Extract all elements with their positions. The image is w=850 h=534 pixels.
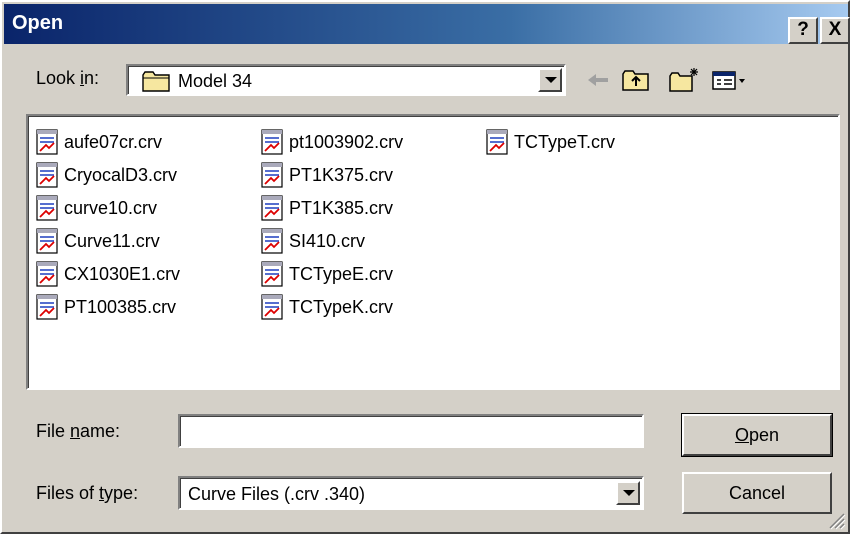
file-name: PT1K385.crv: [289, 197, 394, 218]
curve-file-icon: [261, 195, 283, 221]
file-name: curve10.crv: [64, 197, 158, 218]
file-item[interactable]: PT1K385.crv: [261, 194, 393, 222]
cancel-button[interactable]: Cancel: [682, 472, 832, 514]
file-name: SI410.crv: [289, 230, 366, 251]
resize-grip-icon[interactable]: [824, 508, 846, 530]
file-item[interactable]: TCTypeE.crv: [261, 260, 393, 288]
view-menu-icon[interactable]: [710, 66, 750, 94]
file-name: PT1K375.crv: [289, 164, 394, 185]
open-dialog: Open ? X Look in: Model 34 aufe07cr.crv: [0, 0, 850, 534]
curve-file-icon: [261, 261, 283, 287]
file-name: CryocalD3.crv: [64, 164, 178, 185]
file-item[interactable]: curve10.crv: [36, 194, 157, 222]
open-button[interactable]: Open: [681, 413, 833, 457]
window-title: Open: [12, 12, 64, 34]
title-bar[interactable]: Open ? X: [4, 4, 850, 44]
curve-file-icon: [36, 162, 58, 188]
look-in-dropdown-button[interactable]: [538, 68, 562, 92]
file-name: pt1003902.crv: [289, 131, 404, 152]
file-item[interactable]: PT1K375.crv: [261, 161, 393, 189]
file-item[interactable]: CX1030E1.crv: [36, 260, 180, 288]
help-button[interactable]: ?: [788, 17, 818, 44]
file-name-label: File name:: [36, 421, 121, 441]
file-name: CX1030E1.crv: [64, 263, 181, 284]
curve-file-icon: [261, 129, 283, 155]
back-arrow-icon[interactable]: [582, 66, 614, 94]
file-name: Curve11.crv: [64, 230, 160, 251]
look-in-label: Look in:: [36, 68, 100, 88]
files-of-type-combo[interactable]: Curve Files (.crv .340): [178, 476, 644, 510]
close-button[interactable]: X: [820, 17, 850, 44]
file-name-input[interactable]: [178, 414, 644, 448]
curve-file-icon: [36, 261, 58, 287]
up-folder-icon[interactable]: [620, 66, 652, 94]
file-name: TCTypeE.crv: [289, 263, 394, 284]
curve-file-icon: [36, 228, 58, 254]
files-of-type-value: Curve Files (.crv .340): [188, 484, 366, 504]
file-item[interactable]: CryocalD3.crv: [36, 161, 177, 189]
new-folder-icon[interactable]: [668, 66, 700, 94]
files-of-type-dropdown-button[interactable]: [616, 481, 640, 505]
curve-file-icon: [36, 129, 58, 155]
look-in-value: Model 34: [178, 71, 253, 91]
curve-file-icon: [36, 294, 58, 320]
file-item[interactable]: TCTypeT.crv: [486, 128, 615, 156]
file-item[interactable]: TCTypeK.crv: [261, 293, 393, 321]
folder-icon: [142, 71, 170, 92]
curve-file-icon: [261, 294, 283, 320]
file-name: aufe07cr.crv: [64, 131, 163, 152]
file-item[interactable]: aufe07cr.crv: [36, 128, 162, 156]
file-name: TCTypeT.crv: [514, 131, 616, 152]
file-item[interactable]: Curve11.crv: [36, 227, 160, 255]
curve-file-icon: [486, 129, 508, 155]
curve-file-icon: [261, 162, 283, 188]
files-of-type-label: Files of type:: [36, 483, 139, 503]
file-name: PT100385.crv: [64, 296, 177, 317]
curve-file-icon: [36, 195, 58, 221]
file-item[interactable]: SI410.crv: [261, 227, 365, 255]
file-item[interactable]: PT100385.crv: [36, 293, 176, 321]
file-item[interactable]: pt1003902.crv: [261, 128, 403, 156]
curve-file-icon: [261, 228, 283, 254]
file-list[interactable]: aufe07cr.crv CryocalD3.crv curve10.crv C…: [26, 114, 840, 390]
file-name: TCTypeK.crv: [289, 296, 394, 317]
look-in-combo[interactable]: Model 34: [126, 64, 566, 96]
